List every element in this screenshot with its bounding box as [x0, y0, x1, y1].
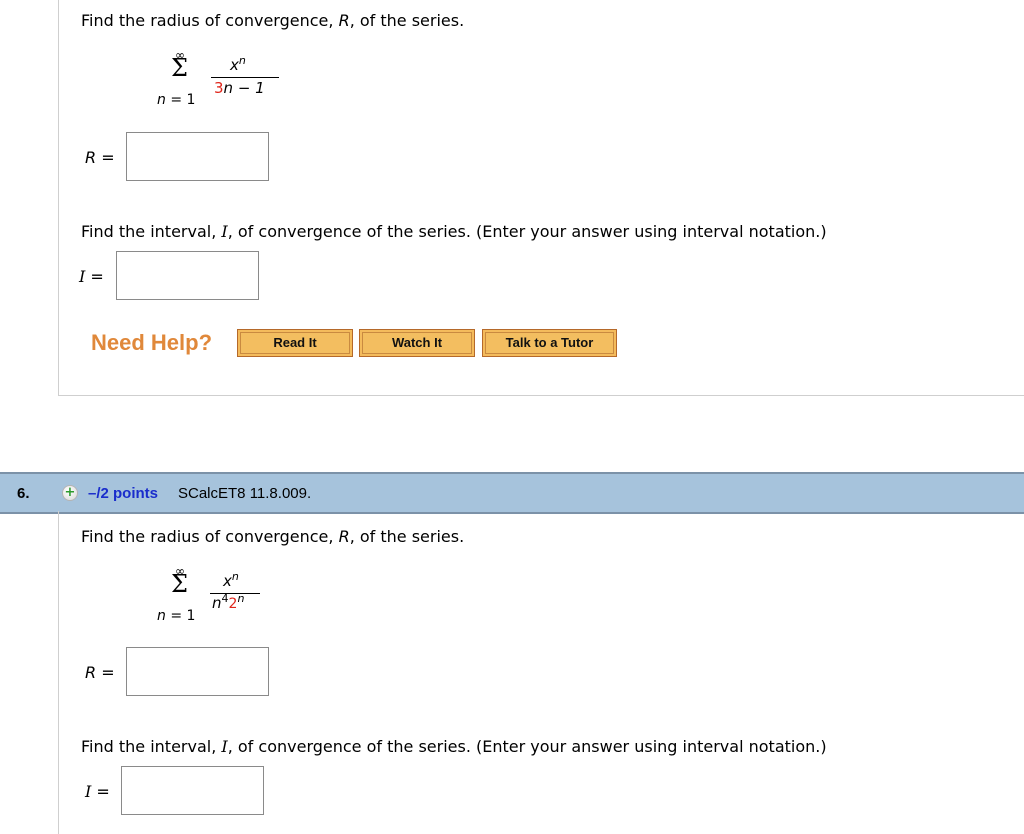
radius-label: R =: [85, 148, 115, 167]
series-formula: ∞ Σ n = 1 xn n42n: [157, 564, 307, 644]
interval-input[interactable]: [121, 766, 264, 815]
denominator: 3n − 1: [214, 79, 265, 97]
radius-prompt: Find the radius of convergence, R, of th…: [81, 11, 465, 30]
radius-input[interactable]: [126, 132, 269, 181]
interval-prompt: Find the interval, I, of convergence of …: [81, 222, 827, 241]
numerator: xn: [230, 54, 246, 74]
watch-it-button[interactable]: Watch It: [359, 329, 475, 357]
lower-limit: n = 1: [157, 92, 196, 108]
points-badge: –/2 points: [88, 485, 159, 502]
sigma-symbol: Σ: [171, 54, 188, 82]
question-5-body: Find the radius of convergence, R, of th…: [58, 0, 1024, 396]
series-formula: ∞ Σ n = 1 xn 3n − 1: [157, 48, 307, 128]
question-6-body: Find the radius of convergence, R, of th…: [58, 511, 1024, 834]
denominator: n42n: [212, 592, 245, 612]
radius-input[interactable]: [126, 647, 269, 696]
interval-label: I =: [85, 782, 110, 801]
question-number: 6.: [17, 485, 30, 502]
need-help-label: Need Help?: [91, 330, 213, 355]
talk-to-tutor-button[interactable]: Talk to a Tutor: [482, 329, 617, 357]
interval-label: I =: [79, 267, 104, 286]
sigma-symbol: Σ: [171, 570, 188, 598]
fraction-bar: [211, 77, 279, 78]
interval-input[interactable]: [116, 251, 259, 300]
question-source: SCalcET8 11.8.009.: [178, 485, 312, 502]
read-it-button[interactable]: Read It: [237, 329, 353, 357]
radius-prompt: Find the radius of convergence, R, of th…: [81, 527, 465, 546]
numerator: xn: [223, 570, 239, 590]
question-6-header: 6. + –/2 points SCalcET8 11.8.009.: [0, 472, 1024, 514]
plus-circle-icon[interactable]: +: [62, 485, 78, 501]
radius-label: R =: [85, 663, 115, 682]
interval-prompt: Find the interval, I, of convergence of …: [81, 737, 827, 756]
lower-limit: n = 1: [157, 608, 196, 624]
